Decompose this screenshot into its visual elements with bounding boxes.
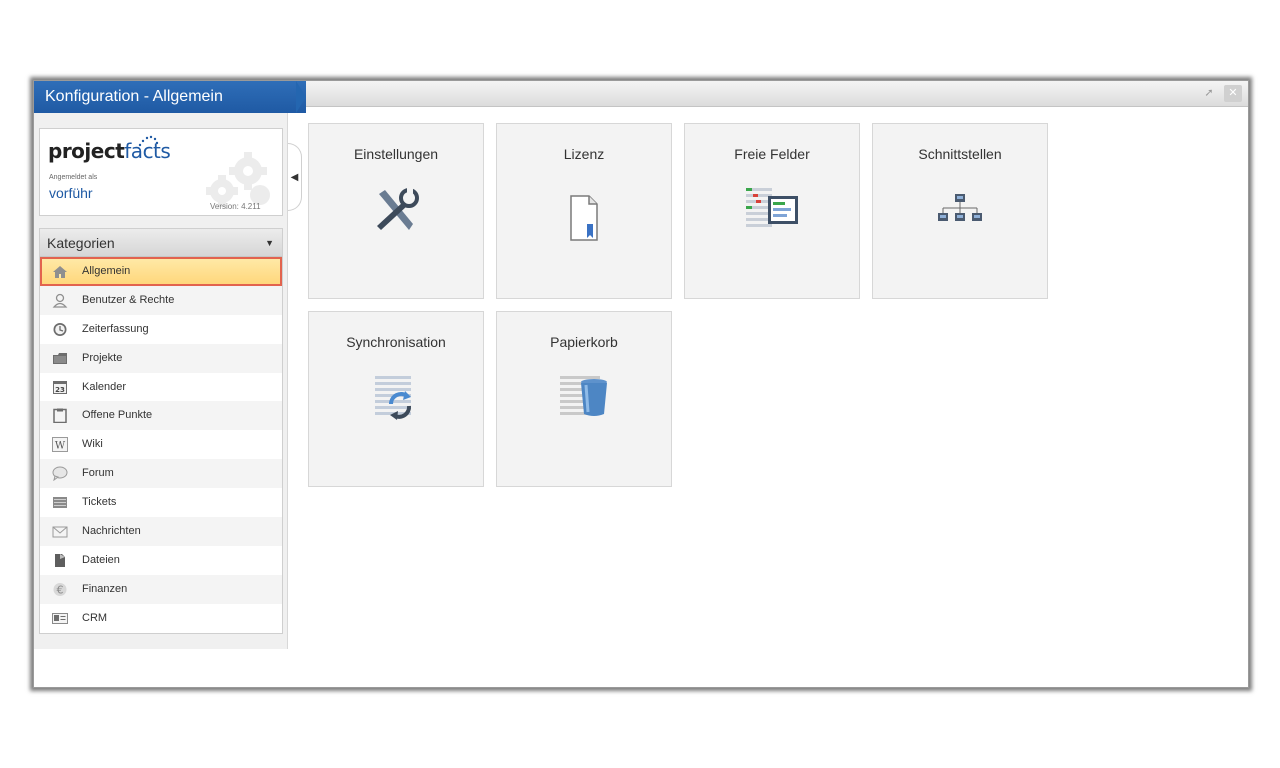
tools-icon	[377, 188, 419, 230]
svg-text:W: W	[55, 441, 66, 452]
home-icon	[53, 266, 67, 278]
config-window: Konfiguration - Allgemein ➚ ✕ projectfac…	[33, 80, 1249, 688]
categories-header[interactable]: Kategorien ▼	[40, 229, 282, 257]
collapse-panel-button[interactable]: ◀	[288, 143, 302, 211]
logo-dots-icon	[138, 135, 159, 147]
folder-icon	[53, 352, 67, 364]
clipboard-icon	[53, 408, 67, 424]
category-item-projekte[interactable]: Projekte	[40, 343, 282, 373]
category-item-wiki[interactable]: W Wiki	[40, 430, 282, 459]
category-item-dateien[interactable]: Dateien	[40, 546, 282, 575]
window-title: Konfiguration - Allgemein	[34, 81, 306, 113]
contact-card-icon	[52, 612, 68, 624]
category-item-forum[interactable]: Forum	[40, 459, 282, 489]
category-item-finanzen[interactable]: € Finanzen	[40, 574, 282, 604]
file-icon	[55, 553, 65, 567]
svg-text:€: €	[57, 583, 64, 596]
categories-list: Allgemein Benutzer & Rechte Zeiterfassun…	[40, 257, 282, 633]
title-tab-arrow	[296, 81, 306, 113]
euro-icon: €	[53, 582, 67, 596]
tile-label: Papierkorb	[550, 334, 618, 350]
form-fields-icon	[746, 188, 798, 227]
categories-panel: Kategorien ▼ Allgemein Benutzer & Rechte…	[39, 228, 283, 634]
category-item-crm[interactable]: CRM	[40, 604, 282, 633]
user-info-box: projectfacts Angemeldet als vorführ Vers…	[39, 128, 283, 216]
envelope-icon	[52, 526, 68, 538]
tile-freie-felder[interactable]: Freie Felder	[684, 123, 860, 299]
tile-label: Schnittstellen	[918, 146, 1002, 162]
category-item-zeiterfassung[interactable]: Zeiterfassung	[40, 315, 282, 344]
username: vorführ	[49, 185, 93, 201]
category-item-nachrichten[interactable]: Nachrichten	[40, 517, 282, 546]
tile-einstellungen[interactable]: Einstellungen	[308, 123, 484, 299]
wiki-icon: W	[52, 437, 68, 453]
license-document-icon	[570, 195, 598, 241]
calendar-icon: 23	[53, 380, 67, 394]
user-icon	[52, 293, 68, 308]
tile-schnittstellen[interactable]: Schnittstellen	[872, 123, 1048, 299]
network-icon	[938, 194, 982, 221]
gears-icon	[206, 152, 270, 207]
trash-icon	[560, 376, 607, 416]
tile-label: Synchronisation	[346, 334, 446, 350]
left-panel: projectfacts Angemeldet als vorführ Vers…	[34, 113, 288, 649]
clock-icon	[53, 322, 67, 336]
tile-papierkorb[interactable]: Papierkorb	[496, 311, 672, 487]
category-item-offene-punkte[interactable]: Offene Punkte	[40, 401, 282, 431]
tile-label: Lizenz	[563, 146, 605, 162]
tile-label: Einstellungen	[353, 146, 439, 162]
tile-label: Freie Felder	[734, 146, 810, 162]
speech-bubble-icon	[52, 466, 68, 482]
category-item-tickets[interactable]: Tickets	[40, 488, 282, 517]
pin-icon[interactable]: ➚	[1200, 85, 1218, 102]
ticket-icon	[53, 497, 67, 509]
category-item-allgemein[interactable]: Allgemein	[40, 257, 282, 286]
tile-synchronisation[interactable]: Synchronisation	[308, 311, 484, 487]
tile-lizenz[interactable]: Lizenz	[496, 123, 672, 299]
close-icon[interactable]: ✕	[1224, 85, 1242, 102]
svg-text:23: 23	[55, 386, 65, 394]
sync-icon	[375, 376, 411, 420]
category-item-benutzer[interactable]: Benutzer & Rechte	[40, 285, 282, 315]
category-item-kalender[interactable]: 23 Kalender	[40, 373, 282, 402]
window-titlebar: Konfiguration - Allgemein ➚ ✕	[34, 81, 1248, 113]
logged-in-label: Angemeldet als	[49, 174, 98, 181]
chevron-down-icon[interactable]: ▼	[265, 229, 274, 257]
version-label: Version: 4.211	[210, 202, 261, 211]
